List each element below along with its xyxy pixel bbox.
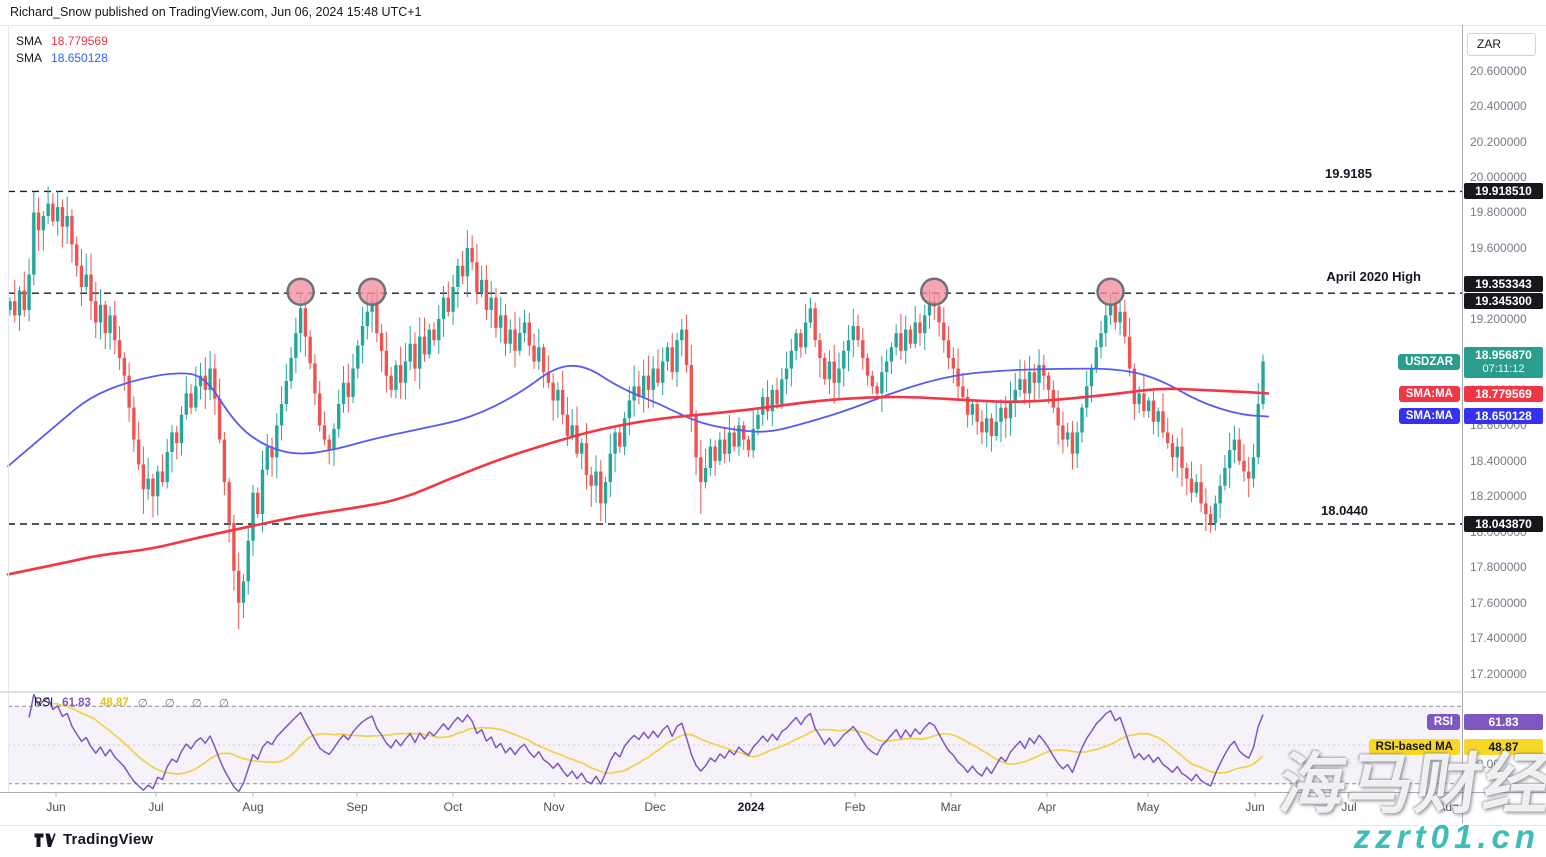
indicator-pill-sma-red: SMA:MA: [1399, 386, 1460, 402]
sma-legend-row: SMA 18.779569: [16, 33, 108, 50]
rsi-name: RSI: [34, 697, 53, 709]
watermark-cjk: 海马财经: [1274, 742, 1546, 828]
indicator-pill-symbol: USDZAR: [1398, 354, 1460, 370]
empty-set-icon: ∅: [192, 696, 210, 710]
axis-badge-level: 19.353343: [1464, 276, 1543, 292]
chart-canvas[interactable]: [0, 0, 1546, 857]
watermark-url: zzrt01.cn: [1354, 818, 1540, 856]
tradingview-published-chart: Richard_Snow published on TradingView.co…: [0, 0, 1546, 857]
empty-set-icon: ∅: [165, 696, 183, 710]
level-label-april-2020-high[interactable]: April 2020 High: [1326, 269, 1421, 284]
axis-badge-level: 19.345300: [1464, 293, 1543, 309]
axis-badge-level: 18.043870: [1464, 516, 1543, 532]
rsi-legend: RSI 61.83 48.87 ∅ ∅ ∅ ∅: [34, 696, 237, 710]
empty-set-icon: ∅: [138, 696, 156, 710]
candles-layer: [8, 186, 1264, 629]
sma-blue-line: [8, 366, 1268, 466]
indicator-pill-sma-blue: SMA:MA: [1399, 408, 1460, 424]
tradingview-mark-icon: [34, 832, 56, 848]
sma-red-value: 18.779569: [51, 34, 108, 48]
countdown-timer: 07:11:12: [1464, 363, 1543, 378]
axis-badge-sma-blue: 18.650128: [1464, 408, 1543, 424]
level-label-19-9185[interactable]: 19.9185: [1325, 166, 1372, 181]
tradingview-brand-text: TradingView: [63, 831, 153, 848]
axis-badge-sma-red: 18.779569: [1464, 386, 1543, 402]
sma-label: SMA: [16, 51, 42, 65]
axis-badge-level: 19.918510: [1464, 183, 1543, 199]
level-label-18-0440[interactable]: 18.0440: [1321, 503, 1368, 518]
currency-button[interactable]: ZAR: [1467, 33, 1536, 56]
april-high-markers: [288, 279, 1124, 305]
rsi-ma-value: 48.87: [100, 697, 129, 709]
tradingview-logo[interactable]: TradingView: [34, 831, 153, 848]
sma-label: SMA: [16, 34, 42, 48]
indicator-legend: SMA 18.779569 SMA 18.650128: [16, 33, 108, 67]
indicator-pill-rsi: RSI: [1427, 714, 1460, 730]
rsi-value: 61.83: [62, 697, 91, 709]
empty-set-icon: ∅: [219, 696, 237, 710]
byline: Richard_Snow published on TradingView.co…: [10, 5, 422, 19]
axis-badge-rsi: 61.83: [1464, 714, 1543, 730]
sma-red-line: [8, 389, 1268, 575]
sma-legend-row: SMA 18.650128: [16, 50, 108, 67]
axis-badge-symbol: 18.95687007:11:12: [1464, 347, 1543, 378]
sma-blue-value: 18.650128: [51, 51, 108, 65]
